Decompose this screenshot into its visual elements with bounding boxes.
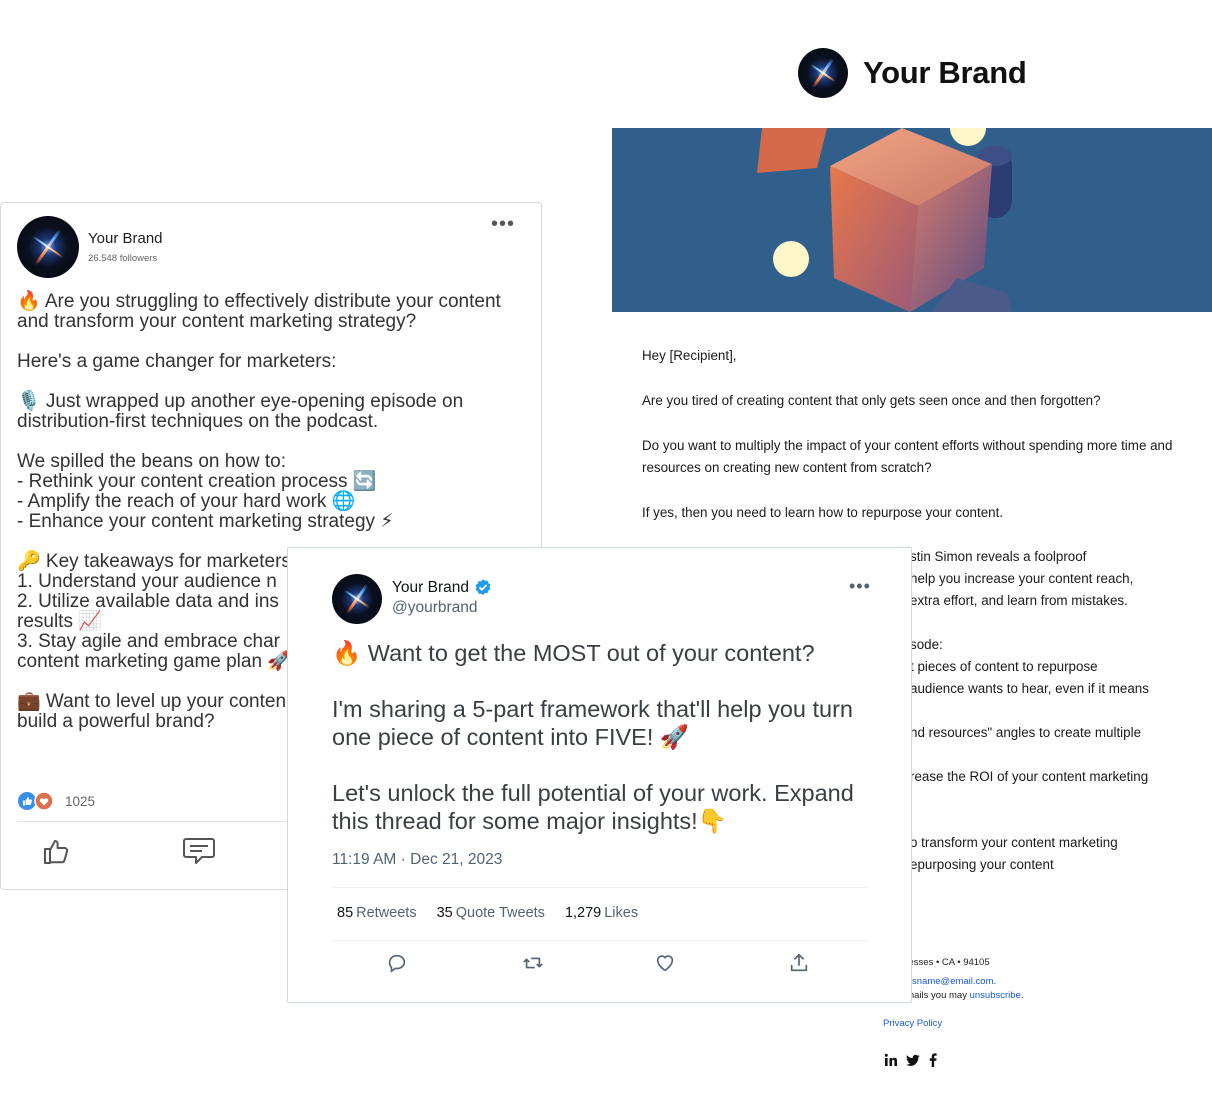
email-brand-header: Your Brand [798, 48, 1027, 98]
email-line: audience wants to hear, even if it means [910, 681, 1149, 696]
li-paragraph: 🔥 Are you struggling to effectively dist… [17, 291, 501, 332]
quote-count: 35 [436, 905, 453, 921]
more-options-icon[interactable]: ••• [491, 213, 515, 236]
tw-time: 11:19 AM [332, 851, 397, 868]
tw-handle[interactable]: @yourbrand [392, 599, 478, 617]
email-line: nd resources" angles to create multiple [910, 725, 1142, 740]
email-line: help you increase your content reach, [910, 571, 1134, 586]
email-brand-name: Your Brand [863, 55, 1027, 90]
email-line: epurposing your content [910, 857, 1054, 872]
reply-icon[interactable] [386, 952, 408, 974]
li-paragraph: Here's a game changer for marketers: [17, 351, 337, 372]
tw-display-name[interactable]: Your Brand [392, 579, 469, 597]
email-line: extra effort, and learn from mistakes. [910, 593, 1128, 608]
brand-avatar[interactable] [17, 216, 79, 278]
reaction-icons [18, 791, 54, 811]
retweet-icon[interactable] [521, 952, 545, 974]
li-author-name[interactable]: Your Brand [88, 230, 163, 247]
tw-paragraph: I'm sharing a 5-part framework that'll h… [332, 696, 853, 750]
tw-paragraph: Let's unlock the full potential of your … [332, 780, 854, 834]
unsubscribe-link[interactable]: unsubscribe [970, 990, 1021, 1001]
tweet-card: Your Brand @yourbrand ••• 🔥 Want to get … [287, 547, 912, 1003]
quote-label: Quote Tweets [455, 905, 545, 921]
email-paragraph: If yes, then you need to learn how to re… [642, 505, 1004, 520]
hero-illustration [757, 128, 1012, 312]
divider [332, 940, 868, 941]
like-count: 1,279 [564, 905, 602, 921]
like-label: Likes [604, 905, 639, 921]
linkedin-icon[interactable] [884, 1053, 898, 1067]
tw-stats: 85 Retweets 35 Quote Tweets 1,279 Likes [337, 905, 638, 921]
share-icon[interactable] [788, 952, 810, 974]
li-reaction-count: 1025 [65, 793, 96, 809]
tw-paragraph: 🔥 Want to get the MOST out of your conte… [332, 640, 815, 666]
privacy-policy-link[interactable]: Privacy Policy [883, 1018, 942, 1029]
verified-badge-icon [475, 579, 491, 596]
email-line: t pieces of content to repurpose [910, 659, 1098, 674]
li-follower-count: 26.548 followers [88, 253, 158, 264]
email-line: stin Simon reveals a foolproof [910, 549, 1087, 564]
more-options-icon[interactable]: ••• [849, 576, 871, 597]
email-line [910, 788, 1210, 810]
li-reactions[interactable]: 1025 [17, 791, 95, 811]
tw-actions [332, 952, 868, 978]
email-line [910, 612, 1210, 634]
email-body-partial: stin Simon reveals a foolproof help you … [910, 546, 1210, 876]
retweet-count: 85 [337, 905, 354, 921]
quotes-stat[interactable]: 35 Quote Tweets [437, 905, 545, 921]
email-line [910, 810, 1210, 832]
email-hero-image [612, 128, 1212, 312]
retweet-label: Retweets [356, 905, 417, 921]
comment-button[interactable] [181, 835, 217, 872]
li-paragraph: We spilled the beans on how to: - Rethin… [17, 451, 394, 532]
email-greeting: Hey [Recipient], [642, 348, 737, 363]
email-line: o transform your content marketing [910, 835, 1118, 850]
brand-logo [798, 48, 848, 98]
email-paragraph: Are you tired of creating content that o… [642, 393, 1101, 408]
email-line: sode: [910, 637, 943, 652]
tw-date: Dec 21, 2023 [410, 851, 503, 868]
tw-timestamp[interactable]: 11:19 AM · Dec 21, 2023 [332, 851, 502, 869]
li-paragraph: 🎙️ Just wrapped up another eye-opening e… [17, 391, 464, 432]
like-button[interactable] [41, 835, 73, 872]
twitter-icon[interactable] [906, 1054, 920, 1067]
brand-avatar[interactable] [332, 574, 382, 624]
email-line [910, 700, 1210, 722]
email-body: Hey [Recipient], Are you tired of creati… [642, 345, 1182, 547]
likes-stat[interactable]: 1,279 Likes [565, 905, 638, 921]
comment-icon [183, 838, 215, 864]
email-line: rease the ROI of your content marketing [910, 769, 1149, 784]
facebook-icon[interactable] [928, 1053, 938, 1067]
tw-text: 🔥 Want to get the MOST out of your conte… [332, 639, 872, 863]
thumbs-up-icon [44, 840, 69, 864]
email-line [910, 744, 1210, 766]
divider [332, 887, 868, 888]
footer-punct: . [1020, 990, 1024, 1001]
retweets-stat[interactable]: 85 Retweets [337, 905, 417, 921]
tw-name-row: Your Brand [392, 578, 493, 598]
tw-dot: · [400, 851, 411, 868]
footer-punct: . [993, 976, 997, 987]
heart-icon[interactable] [654, 952, 676, 974]
email-paragraph: Do you want to multiply the impact of yo… [642, 438, 1173, 475]
email-social-links [884, 1053, 938, 1067]
